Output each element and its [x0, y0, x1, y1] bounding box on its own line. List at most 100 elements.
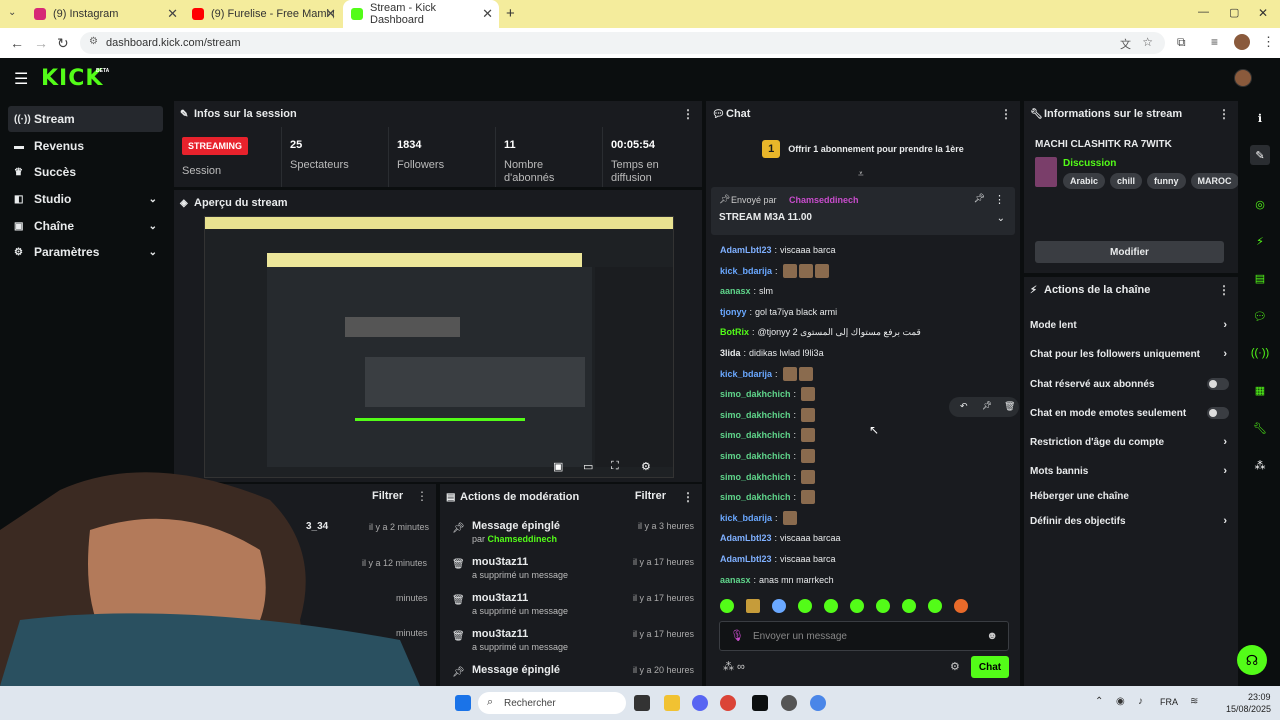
reload-icon[interactable]: ↻ [57, 35, 69, 52]
tab-kick-dashboard[interactable]: Stream - Kick Dashboard ✕ [343, 0, 499, 28]
close-icon[interactable]: ✕ [325, 6, 336, 22]
chat-username[interactable]: kick_bdarija [720, 369, 772, 379]
sidebar-item-studio[interactable]: ◧ Studio ⌄ [8, 186, 163, 212]
chat-message[interactable]: AdamLbtl23: viscaaa barcaa [720, 531, 841, 545]
layout-icon[interactable]: ▦ [1250, 380, 1270, 400]
pin-toggle-icon[interactable]: 📌︎ [974, 193, 985, 204]
close-window-icon[interactable]: ✕ [1258, 6, 1268, 20]
volume-icon[interactable]: ♪ [1138, 696, 1143, 707]
points-icon[interactable]: ⁂ ∞ [723, 660, 745, 673]
tag[interactable]: Arabic [1063, 173, 1106, 189]
sidebar-item-parametres[interactable]: ⚙ Paramètres ⌄ [8, 239, 163, 265]
emote-icon[interactable] [746, 599, 760, 613]
chat-message[interactable]: aanasx: anas mn marrkech [720, 573, 834, 587]
chrome-icon[interactable] [720, 695, 736, 711]
document-icon[interactable]: ▤ [1250, 268, 1270, 288]
task-view-icon[interactable] [634, 695, 650, 711]
chevron-down-icon[interactable]: ⌄ [997, 213, 1005, 224]
info-icon[interactable]: ℹ [1250, 108, 1270, 128]
gear-icon[interactable]: ⚙ [641, 460, 651, 473]
moderation-row[interactable]: 🗑︎ mou3taz11 a supprimé un message il y … [440, 626, 706, 660]
address-bar[interactable]: ⚙ dashboard.kick.com/stream 文 ☆ [80, 32, 1165, 54]
lightning-icon[interactable]: ⚡︎ [1250, 231, 1270, 251]
tag[interactable]: MAROC [1190, 173, 1238, 189]
more-options-icon[interactable]: ⋮ [416, 489, 428, 503]
settings-app-icon[interactable] [810, 695, 826, 711]
action-emotes-only[interactable]: Chat en mode emotes seulement [1030, 402, 1229, 424]
chat-username[interactable]: simo_dakhchich [720, 430, 791, 440]
sidebar-item-stream[interactable]: ((·)) Stream [8, 106, 163, 132]
chat-username[interactable]: AdamLbtl23 [720, 245, 772, 255]
clock-date[interactable]: 15/08/2025 [1226, 704, 1271, 714]
fullscreen-icon[interactable]: ⛶ [611, 460, 619, 473]
network-icon[interactable]: ◉ [1116, 696, 1125, 707]
pinned-user[interactable]: Chamseddinech [789, 195, 859, 205]
support-headset-icon[interactable]: ☊ [1237, 645, 1267, 675]
kick-app-icon[interactable] [752, 695, 768, 711]
chat-username[interactable]: simo_dakhchich [720, 492, 791, 502]
gear-icon[interactable]: ⚙ [950, 660, 960, 673]
chat-message[interactable]: simo_dakhchich: [720, 449, 816, 463]
chat-message[interactable]: AdamLbtl23: viscaaa barca [720, 552, 836, 566]
pip-icon[interactable]: ▣ [553, 460, 563, 473]
collapse-pinned-icon[interactable]: ⩡ [858, 169, 864, 180]
chevron-up-icon[interactable]: ⌃ [1095, 696, 1103, 707]
more-options-icon[interactable]: ⋮ [1218, 283, 1230, 297]
chat-username[interactable]: BotRix [720, 327, 749, 337]
action-banned-words[interactable]: Mots bannis › [1030, 460, 1227, 482]
pin-icon[interactable]: 📌︎ [982, 401, 992, 410]
more-options-icon[interactable]: ⋮ [994, 193, 1005, 206]
back-icon[interactable]: ← [10, 35, 24, 51]
bookmark-star-icon[interactable]: ☆ [1142, 35, 1153, 49]
emote-icon[interactable] [824, 599, 838, 613]
obs-icon[interactable] [781, 695, 797, 711]
chat-username[interactable]: AdamLbtl23 [720, 554, 772, 564]
chat-message[interactable]: simo_dakhchich: [720, 387, 816, 402]
action-age-restriction[interactable]: Restriction d'âge du compte › [1030, 431, 1227, 453]
moderation-row[interactable]: 📌︎ Message épinglé par Chamseddinech il … [440, 518, 706, 552]
chat-message[interactable]: kick_bdarija: [720, 510, 797, 525]
emote-icon[interactable] [876, 599, 890, 613]
language-indicator[interactable]: FRA [1160, 697, 1178, 707]
emote-icon[interactable] [850, 599, 864, 613]
pencil-icon[interactable]: ✎ [1250, 145, 1270, 165]
chat-message[interactable]: kick_bdarija: [720, 366, 813, 381]
chat-username[interactable]: simo_dakhchich [720, 410, 791, 420]
action-followers-only[interactable]: Chat pour les followers uniquement › [1030, 343, 1227, 365]
broadcast-icon[interactable]: ((·)) [1250, 343, 1270, 363]
chat-message[interactable]: simo_dakhchich: [720, 407, 816, 422]
menu-icon[interactable]: ⋮ [1262, 34, 1275, 50]
site-info-icon[interactable]: ⚙ [89, 36, 98, 47]
close-icon[interactable]: ✕ [167, 6, 178, 22]
sidebar-item-chaine[interactable]: ▣ Chaîne ⌄ [8, 213, 163, 239]
tab-youtube[interactable]: (9) Furelise - Free Mami (feat. M ✕ [184, 0, 342, 28]
tag[interactable]: chill [1110, 173, 1143, 189]
points-icon[interactable]: ⁂ [1250, 455, 1270, 475]
user-avatar[interactable] [1234, 69, 1252, 87]
sidebar-item-succes[interactable]: ♛ Succès [8, 159, 163, 185]
forward-icon[interactable]: → [34, 35, 48, 51]
moderation-row[interactable]: 🗑︎ mou3taz11 a supprimé un message il y … [440, 554, 706, 588]
extensions-icon[interactable]: ⧉ [1177, 35, 1186, 50]
stream-preview-video[interactable]: ▣ ▭ ⛶ ⚙ [204, 216, 674, 478]
chat-message[interactable]: AdamLbtl23: viscaaa barca [720, 243, 836, 257]
hamburger-icon[interactable]: ☰ [14, 69, 28, 89]
emote-icon[interactable] [772, 599, 786, 613]
emotes-only-toggle[interactable] [1207, 407, 1229, 419]
wifi-icon[interactable]: ≋ [1190, 696, 1198, 707]
action-slow-mode[interactable]: Mode lent › [1030, 314, 1227, 336]
chat-username[interactable]: simo_dakhchich [720, 389, 791, 399]
moderation-row[interactable]: 🗑︎ mou3taz11 a supprimé un message il y … [440, 590, 706, 624]
profile-avatar[interactable] [1234, 34, 1250, 50]
minimize-icon[interactable]: — [1198, 6, 1209, 18]
translate-icon[interactable]: 文 [1120, 36, 1131, 52]
chat-message[interactable]: 3lida: didikas lwlad l9li3a [720, 346, 824, 360]
more-options-icon[interactable]: ⋮ [682, 107, 694, 121]
action-set-goals[interactable]: Définir des objectifs › [1030, 510, 1227, 532]
sidebar-item-revenus[interactable]: ▬ Revenus [8, 133, 163, 159]
chat-username[interactable]: 3lida [720, 348, 741, 358]
tab-list-icon[interactable]: ⌄ [8, 7, 16, 18]
emote-icon[interactable] [928, 599, 942, 613]
wrench-icon[interactable]: 🔧︎ [1250, 418, 1270, 438]
stream-category[interactable]: Discussion [1063, 158, 1116, 169]
